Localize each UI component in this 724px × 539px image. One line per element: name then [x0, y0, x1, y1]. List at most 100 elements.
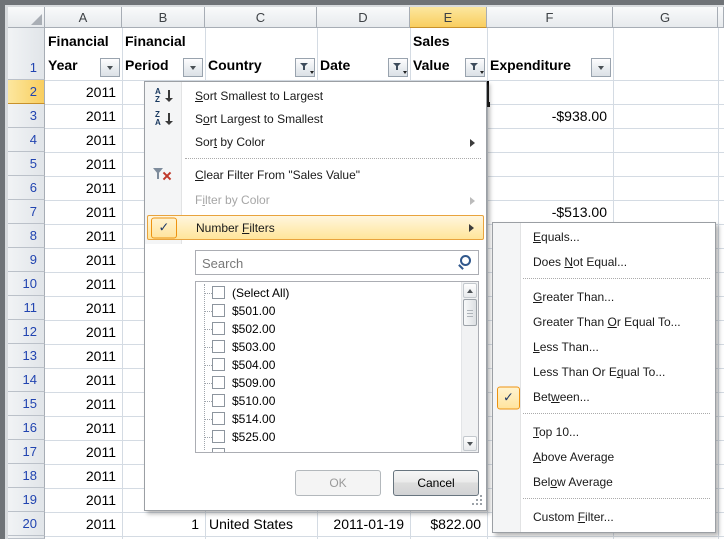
- checkbox[interactable]: [212, 340, 225, 353]
- checkbox[interactable]: [212, 394, 225, 407]
- row-header-8[interactable]: 8: [8, 224, 45, 248]
- cell-B20[interactable]: 1: [122, 512, 199, 536]
- checkbox[interactable]: [212, 322, 225, 335]
- menu-item-sort-by-color[interactable]: Sort by Color: [147, 131, 484, 154]
- row-header-9[interactable]: 9: [8, 248, 45, 272]
- row-header-13[interactable]: 13: [8, 344, 45, 368]
- cell-A9[interactable]: 2011: [45, 248, 116, 272]
- cell-A15[interactable]: 2011: [45, 392, 116, 416]
- column-header-F[interactable]: F: [487, 7, 613, 28]
- row-header-17[interactable]: 17: [8, 440, 45, 464]
- row-header-4[interactable]: 4: [8, 128, 45, 152]
- menu-item-below-average[interactable]: Below Average: [495, 470, 713, 495]
- cell-A10[interactable]: 2011: [45, 272, 116, 296]
- menu-item-clear-filter-from-sales-value[interactable]: Clear Filter From "Sales Value": [147, 164, 484, 187]
- resize-grip[interactable]: [470, 495, 482, 507]
- cell-A2[interactable]: 2011: [45, 80, 116, 104]
- row-header-5[interactable]: 5: [8, 152, 45, 176]
- menu-item-sort-largest-to-smallest[interactable]: ZASort Largest to Smallest: [147, 108, 484, 131]
- row-header-1[interactable]: 1: [8, 28, 45, 80]
- filter-button-F[interactable]: [591, 58, 611, 77]
- menu-item-above-average[interactable]: Above Average: [495, 445, 713, 470]
- cell-A3[interactable]: 2011: [45, 104, 116, 128]
- column-header-E[interactable]: E: [410, 7, 487, 28]
- filter-list-item-501-00[interactable]: $501.00: [196, 302, 460, 320]
- checkbox[interactable]: [212, 304, 225, 317]
- filter-button-E[interactable]: [465, 58, 485, 77]
- row-header-19[interactable]: 19: [8, 488, 45, 512]
- checkbox[interactable]: [212, 376, 225, 389]
- row-header-11[interactable]: 11: [8, 296, 45, 320]
- cell-A19[interactable]: 2011: [45, 488, 116, 512]
- filter-list-item-514-00[interactable]: $514.00: [196, 410, 460, 428]
- cell-A12[interactable]: 2011: [45, 320, 116, 344]
- row-header-10[interactable]: 10: [8, 272, 45, 296]
- row-header-2[interactable]: 2: [8, 80, 45, 104]
- menu-item-equals[interactable]: Equals...: [495, 225, 713, 250]
- cell-F3[interactable]: -$938.00: [487, 104, 607, 128]
- row-header-14[interactable]: 14: [8, 368, 45, 392]
- cell-A14[interactable]: 2011: [45, 368, 116, 392]
- checkbox[interactable]: [212, 430, 225, 443]
- menu-item-does-not-equal[interactable]: Does Not Equal...: [495, 250, 713, 275]
- checkbox[interactable]: [212, 286, 225, 299]
- row-header-12[interactable]: 12: [8, 320, 45, 344]
- row-header-16[interactable]: 16: [8, 416, 45, 440]
- menu-item-top-10[interactable]: Top 10...: [495, 420, 713, 445]
- checkbox[interactable]: [212, 358, 225, 371]
- cell-D20[interactable]: 2011-01-19: [317, 512, 404, 536]
- cell-A20[interactable]: 2011: [45, 512, 116, 536]
- row-header-20[interactable]: 20: [8, 512, 45, 536]
- cell-A11[interactable]: 2011: [45, 296, 116, 320]
- filter-button-C[interactable]: [295, 58, 315, 77]
- menu-item-less-than-or-equal-to[interactable]: Less Than Or Equal To...: [495, 360, 713, 385]
- filter-button-B[interactable]: [183, 58, 203, 77]
- menu-item-greater-than-or-equal-to[interactable]: Greater Than Or Equal To...: [495, 310, 713, 335]
- scroll-down-button[interactable]: [463, 436, 477, 451]
- cell-A5[interactable]: 2011: [45, 152, 116, 176]
- column-header-C[interactable]: C: [205, 7, 317, 28]
- row-header-3[interactable]: 3: [8, 104, 45, 128]
- cell-A4[interactable]: 2011: [45, 128, 116, 152]
- cell-A6[interactable]: 2011: [45, 176, 116, 200]
- filter-list-item-509-00[interactable]: $509.00: [196, 374, 460, 392]
- filter-button-A[interactable]: [100, 58, 120, 77]
- filter-list-item-select-all[interactable]: (Select All): [196, 284, 460, 302]
- search-input[interactable]: [200, 253, 454, 274]
- filter-list-item-525-00[interactable]: $525.00: [196, 428, 460, 446]
- filter-list-item-510-00[interactable]: $510.00: [196, 392, 460, 410]
- cell-A8[interactable]: 2011: [45, 224, 116, 248]
- column-header-G[interactable]: G: [613, 7, 718, 28]
- menu-item-custom-filter[interactable]: Custom Filter...: [495, 505, 713, 530]
- row-header-7[interactable]: 7: [8, 200, 45, 224]
- row-header-18[interactable]: 18: [8, 464, 45, 488]
- menu-item-greater-than[interactable]: Greater Than...: [495, 285, 713, 310]
- scroll-thumb[interactable]: [463, 299, 477, 326]
- filter-list-item-504-00[interactable]: $504.00: [196, 356, 460, 374]
- filter-list-item-503-00[interactable]: $503.00: [196, 338, 460, 356]
- cell-A7[interactable]: 2011: [45, 200, 116, 224]
- cell-E20[interactable]: $822.00: [410, 512, 481, 536]
- filter-list-item-502-00[interactable]: $502.00: [196, 320, 460, 338]
- menu-item-sort-smallest-to-largest[interactable]: AZSort Smallest to Largest: [147, 85, 484, 108]
- select-all-corner[interactable]: [8, 7, 45, 28]
- menu-item-less-than[interactable]: Less Than...: [495, 335, 713, 360]
- cell-A18[interactable]: 2011: [45, 464, 116, 488]
- row-header-15[interactable]: 15: [8, 392, 45, 416]
- filter-button-D[interactable]: [388, 58, 408, 77]
- checkbox[interactable]: [212, 412, 225, 425]
- column-header-A[interactable]: A: [45, 7, 122, 28]
- scroll-up-button[interactable]: [463, 283, 477, 298]
- cell-A16[interactable]: 2011: [45, 416, 116, 440]
- column-header-D[interactable]: D: [317, 7, 410, 28]
- cell-F7[interactable]: -$513.00: [487, 200, 607, 224]
- cancel-button[interactable]: Cancel: [393, 470, 479, 496]
- cell-A13[interactable]: 2011: [45, 344, 116, 368]
- cell-C20[interactable]: United States: [205, 512, 315, 536]
- row-header-6[interactable]: 6: [8, 176, 45, 200]
- cell-A17[interactable]: 2011: [45, 440, 116, 464]
- list-scrollbar[interactable]: [461, 282, 478, 452]
- menu-item-number-filters[interactable]: ✓Number Filters: [147, 215, 484, 240]
- column-header-B[interactable]: B: [122, 7, 205, 28]
- menu-item-between[interactable]: ✓Between...: [495, 385, 713, 410]
